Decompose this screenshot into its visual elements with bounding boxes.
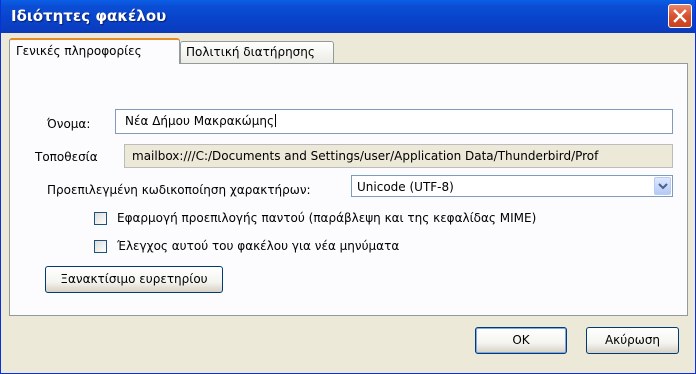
location-value: mailbox:///C:/Documents and Settings/use… <box>132 149 599 163</box>
name-label: Όνομα: <box>47 117 91 131</box>
cancel-button[interactable]: Ακύρωση <box>586 327 679 354</box>
folder-properties-dialog: Ιδιότητες φακέλου Γενικές πληροφορίες Πο… <box>0 0 696 374</box>
encoding-select[interactable]: Unicode (UTF-8) <box>351 175 673 197</box>
encoding-label: Προεπιλεγμένη κωδικοποίηση χαρακτήρων: <box>47 183 311 197</box>
chevron-down-icon <box>658 183 668 190</box>
close-button[interactable] <box>668 4 692 28</box>
close-icon <box>673 9 687 23</box>
ok-button[interactable]: OK <box>475 327 567 354</box>
text-caret <box>275 114 277 127</box>
tab-retention-policy[interactable]: Πολιτική διατήρησης <box>180 41 334 63</box>
check-new-messages-label: Έλεγχος αυτού του φακέλου για νέα μηνύμα… <box>117 239 400 253</box>
apply-default-checkbox[interactable] <box>94 212 107 225</box>
title-bar[interactable]: Ιδιότητες φακέλου <box>1 0 695 33</box>
location-field[interactable]: mailbox:///C:/Documents and Settings/use… <box>124 144 673 168</box>
folder-name-value: Νέα Δήμου Μακρακώμης <box>125 114 275 128</box>
rebuild-index-button[interactable]: Ξανακτίσιμο ευρετηρίου <box>45 266 223 293</box>
encoding-dropdown-button[interactable] <box>654 177 671 195</box>
encoding-value: Unicode (UTF-8) <box>357 180 454 194</box>
window-title: Ιδιότητες φακέλου <box>11 7 167 25</box>
tab-general-info[interactable]: Γενικές πληροφορίες <box>9 38 180 64</box>
apply-default-label: Εφαρμογή προεπιλογής παντού (παράβλεψη κ… <box>117 211 537 225</box>
check-new-messages-checkbox[interactable] <box>94 240 107 253</box>
folder-name-input[interactable]: Νέα Δήμου Μακρακώμης <box>115 109 673 134</box>
location-label: Τοποθεσία <box>35 150 98 164</box>
